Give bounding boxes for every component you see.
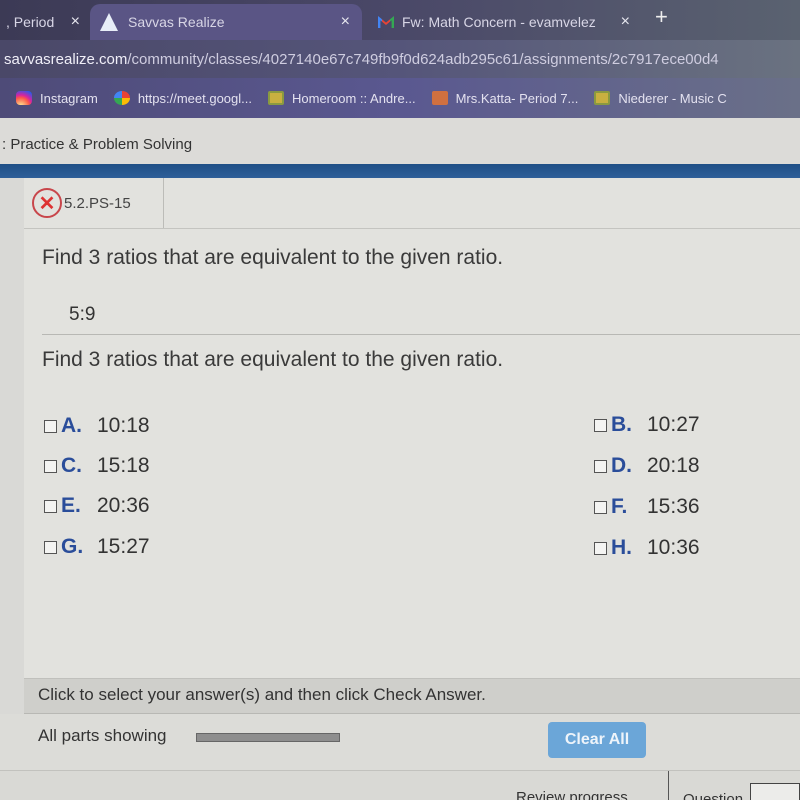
question-label: Question — [683, 791, 744, 800]
option-value: 10:36 — [647, 536, 700, 559]
bookmark-label: Homeroom :: Andre... — [292, 90, 416, 106]
option-letter: G. — [61, 535, 84, 558]
google-meet-icon — [113, 91, 130, 105]
option-value: 20:36 — [97, 494, 150, 517]
close-tab-icon[interactable]: × — [341, 13, 350, 31]
instagram-icon — [16, 91, 32, 105]
checkbox[interactable] — [44, 540, 57, 554]
checkbox[interactable] — [594, 459, 607, 473]
parts-progress-bar — [196, 733, 340, 742]
checkbox[interactable] — [594, 418, 607, 432]
question-panel: ✕ 5.2.PS-15 Find 3 ratios that are equiv… — [24, 178, 800, 678]
close-tab-icon[interactable]: × — [71, 13, 80, 31]
option-d[interactable]: D. 20:18 — [594, 454, 700, 478]
bookmark-meet[interactable]: https://meet.googl... — [113, 90, 252, 106]
bookmark-label: Mrs.Katta- Period 7... — [455, 90, 579, 106]
url-path: /community/classes/4027140e67c749fb9f0d6… — [127, 50, 719, 68]
clear-all-button[interactable]: Clear All — [548, 722, 646, 758]
divider — [668, 771, 669, 800]
google-classroom-icon — [268, 91, 284, 105]
address-bar[interactable]: savvasrealize.com/community/classes/4027… — [0, 40, 800, 78]
tab-savvas-realize[interactable]: Savvas Realize × — [90, 4, 362, 40]
tab-period[interactable]: , Period × — [0, 4, 90, 40]
tab-label: Fw: Math Concern - evamvelez — [402, 14, 596, 30]
question-number-input[interactable] — [750, 783, 800, 800]
option-value: 10:27 — [647, 413, 700, 436]
bookmark-niederer[interactable]: Niederer - Music C — [594, 90, 727, 106]
savvas-logo-icon — [100, 13, 118, 31]
option-g[interactable]: G. 15:27 — [44, 535, 150, 559]
given-ratio: 5:9 — [69, 304, 96, 325]
bookmark-label: https://meet.googl... — [137, 90, 252, 106]
option-value: 20:18 — [647, 454, 700, 477]
bookmark-mrs-katta[interactable]: Mrs.Katta- Period 7... — [431, 90, 579, 106]
option-value: 15:18 — [97, 454, 150, 477]
person-icon — [431, 91, 448, 105]
option-value: 15:36 — [647, 495, 700, 518]
option-c[interactable]: C. 15:18 — [44, 454, 150, 478]
option-h[interactable]: H. 10:36 — [594, 536, 700, 560]
parts-showing-label: All parts showing — [38, 726, 167, 745]
header-band — [0, 164, 800, 178]
bookmarks-bar: Instagram https://meet.googl... Homeroom… — [0, 78, 800, 118]
footer: All parts showing Clear All — [0, 714, 800, 770]
option-b[interactable]: B. 10:27 — [594, 413, 700, 437]
question-prompt-repeat: Find 3 ratios that are equivalent to the… — [42, 348, 504, 371]
option-a[interactable]: A. 10:18 — [44, 414, 150, 438]
question-tab[interactable]: ✕ 5.2.PS-15 — [24, 178, 164, 228]
parts-progress-fill — [197, 734, 339, 741]
option-letter: H. — [611, 536, 632, 559]
divider — [42, 334, 800, 335]
option-letter: D. — [611, 454, 632, 477]
divider — [24, 228, 800, 229]
checkbox[interactable] — [594, 541, 607, 555]
checkbox[interactable] — [44, 459, 57, 473]
instructions-bar: Click to select your answer(s) and then … — [24, 678, 800, 714]
option-value: 10:18 — [97, 414, 150, 437]
browser-tab-bar: , Period × Savvas Realize × Fw: Math Con… — [0, 0, 800, 40]
tab-label: , Period — [6, 14, 55, 30]
incorrect-x-icon: ✕ — [32, 188, 62, 218]
new-tab-button[interactable]: + — [655, 4, 668, 30]
assignment-header: : Practice & Problem Solving — [0, 118, 800, 168]
option-f[interactable]: F. 15:36 — [594, 495, 700, 519]
question-prompt: Find 3 ratios that are equivalent to the… — [42, 246, 504, 269]
question-id: 5.2.PS-15 — [64, 194, 131, 212]
option-letter: C. — [61, 454, 82, 477]
checkbox[interactable] — [44, 419, 57, 433]
option-value: 15:27 — [97, 535, 150, 558]
bottom-nav: Review progress Question — [0, 770, 800, 800]
tab-gmail[interactable]: Fw: Math Concern - evamvelez × — [372, 4, 640, 40]
bookmark-label: Instagram — [40, 90, 98, 106]
bookmark-label: Niederer - Music C — [618, 90, 727, 106]
bookmark-homeroom[interactable]: Homeroom :: Andre... — [268, 91, 416, 106]
gmail-icon — [378, 16, 394, 28]
review-progress-button[interactable]: Review progress — [516, 789, 628, 800]
checkbox[interactable] — [594, 500, 607, 514]
close-tab-icon[interactable]: × — [621, 13, 630, 31]
option-letter: F. — [611, 495, 628, 518]
url-host: savvasrealize.com — [4, 50, 128, 68]
google-classroom-icon — [594, 91, 611, 105]
bookmark-instagram[interactable]: Instagram — [16, 91, 98, 106]
option-letter: A. — [61, 414, 82, 437]
option-e[interactable]: E. 20:36 — [44, 494, 150, 518]
checkbox[interactable] — [44, 499, 57, 513]
option-letter: B. — [611, 413, 632, 436]
tab-label: Savvas Realize — [128, 14, 225, 30]
option-letter: E. — [61, 494, 81, 517]
